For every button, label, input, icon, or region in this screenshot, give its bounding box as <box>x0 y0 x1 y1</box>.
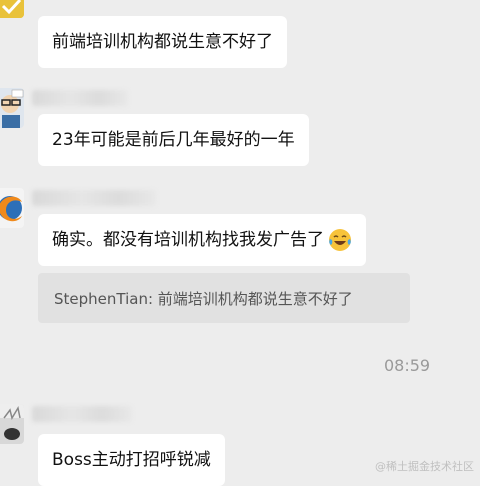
message-text: 前端培训机构都说生意不好了 <box>52 32 273 52</box>
avatar-image <box>0 88 24 128</box>
avatar[interactable] <box>0 0 24 18</box>
message-bubble[interactable]: 确实。都没有培训机构找我发广告了 <box>38 214 366 266</box>
avatar-image <box>0 404 24 444</box>
message-text: 确实。都没有培训机构找我发广告了 <box>52 230 324 250</box>
avatar[interactable] <box>0 88 24 128</box>
quoted-message[interactable]: StephenTian: 前端培训机构都说生意不好了 <box>38 273 410 323</box>
tears-of-joy-emoji <box>329 229 351 251</box>
avatar-image <box>0 0 24 18</box>
avatar[interactable] <box>0 404 24 444</box>
timestamp: 08:59 <box>384 356 431 375</box>
avatar[interactable] <box>0 188 24 228</box>
message-text: Boss主动打招呼锐减 <box>52 450 211 470</box>
message-text: 23年可能是前后几年最好的一年 <box>52 130 295 150</box>
watermark: @稀土掘金技术社区 <box>375 460 474 473</box>
sender-name <box>32 406 132 422</box>
sender-name <box>32 90 128 106</box>
sender-name <box>32 190 156 206</box>
message-bubble[interactable]: 23年可能是前后几年最好的一年 <box>38 114 309 166</box>
message-bubble[interactable]: 前端培训机构都说生意不好了 <box>38 16 287 68</box>
message-bubble[interactable]: Boss主动打招呼锐减 <box>38 434 225 486</box>
quoted-message-text: StephenTian: 前端培训机构都说生意不好了 <box>54 289 353 308</box>
avatar-image <box>0 188 24 228</box>
